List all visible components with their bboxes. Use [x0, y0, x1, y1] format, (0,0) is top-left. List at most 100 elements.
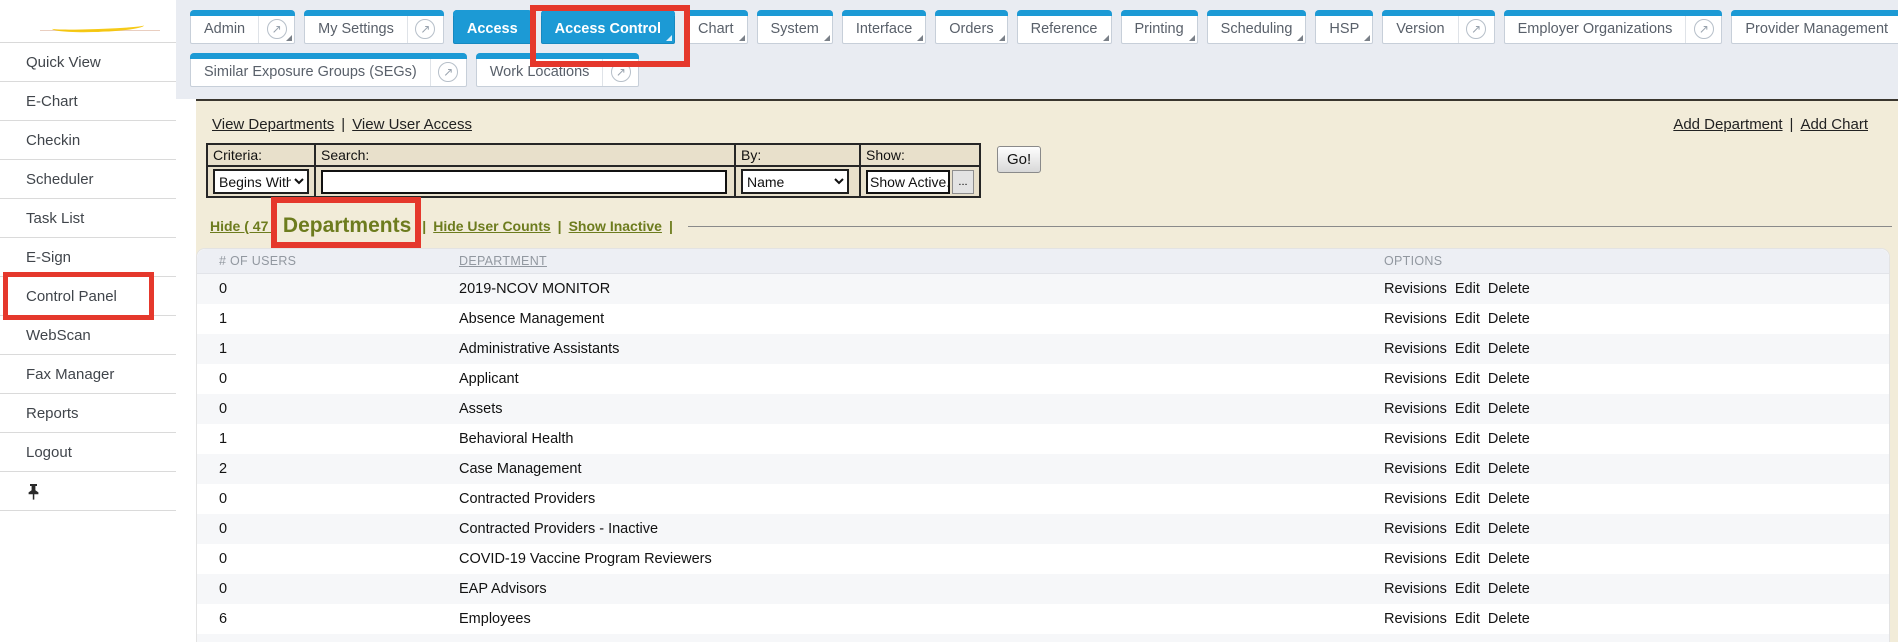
- sidebar-item[interactable]: Task List: [0, 199, 176, 238]
- delete-link[interactable]: Delete: [1488, 431, 1530, 447]
- tab[interactable]: Printing ↗: [1121, 10, 1198, 44]
- department-sort-link[interactable]: DEPARTMENT: [459, 254, 547, 268]
- tab[interactable]: Provider Management ↗: [1731, 10, 1898, 44]
- delete-link[interactable]: Delete: [1488, 311, 1530, 327]
- tab[interactable]: Version ↗: [1382, 10, 1494, 44]
- edit-link[interactable]: Edit: [1455, 341, 1480, 357]
- delete-link[interactable]: Delete: [1488, 581, 1530, 597]
- by-select[interactable]: Name: [741, 169, 849, 194]
- hide-count-link[interactable]: Hide ( 47 ): [210, 218, 277, 234]
- delete-link[interactable]: Delete: [1488, 551, 1530, 567]
- external-arrow-icon: ↗: [1466, 19, 1486, 39]
- edit-link[interactable]: Edit: [1455, 491, 1480, 507]
- delete-link[interactable]: Delete: [1488, 281, 1530, 297]
- criteria-select[interactable]: Begins With: [213, 169, 309, 194]
- sidebar-item[interactable]: E-Chart: [0, 82, 176, 121]
- sidebar-item[interactable]: E-Sign: [0, 238, 176, 277]
- sidebar-item[interactable]: Checkin: [0, 121, 176, 160]
- revisions-link[interactable]: Revisions: [1384, 551, 1447, 567]
- edit-link[interactable]: Edit: [1455, 401, 1480, 417]
- show-inactive-link[interactable]: Show Inactive: [569, 218, 662, 234]
- options-cell: Revisions Edit Delete: [1384, 311, 1889, 327]
- edit-link[interactable]: Edit: [1455, 551, 1480, 567]
- view-user-access-link[interactable]: View User Access: [352, 116, 472, 133]
- submenu-arrow-icon: [1189, 35, 1195, 41]
- sidebar-item[interactable]: Control Panel: [0, 277, 176, 316]
- sidebar-item[interactable]: Fax Manager: [0, 355, 176, 394]
- table-row: 0 2019-NCOV MONITOR Revisions Edit Delet…: [197, 274, 1889, 304]
- tab[interactable]: My Settings ↗: [304, 10, 444, 44]
- edit-link[interactable]: Edit: [1455, 581, 1480, 597]
- edit-link[interactable]: Edit: [1455, 521, 1480, 537]
- tab[interactable]: Interface ↗: [842, 10, 926, 44]
- link-separator: |: [1790, 116, 1794, 133]
- delete-link[interactable]: Delete: [1488, 521, 1530, 537]
- revisions-link[interactable]: Revisions: [1384, 311, 1447, 327]
- delete-link[interactable]: Delete: [1488, 341, 1530, 357]
- tab[interactable]: Access Control ↗: [541, 10, 675, 44]
- tab[interactable]: Scheduling ↗: [1207, 10, 1307, 44]
- sidebar-item[interactable]: Scheduler: [0, 160, 176, 199]
- revisions-link[interactable]: Revisions: [1384, 461, 1447, 477]
- delete-link[interactable]: Delete: [1488, 491, 1530, 507]
- criteria-header: Criteria:: [207, 144, 315, 166]
- edit-link[interactable]: Edit: [1455, 281, 1480, 297]
- view-departments-link[interactable]: View Departments: [212, 116, 334, 133]
- user-count-cell: 0: [197, 401, 459, 417]
- revisions-link[interactable]: Revisions: [1384, 491, 1447, 507]
- edit-link[interactable]: Edit: [1455, 371, 1480, 387]
- tab[interactable]: Employer Organizations ↗: [1504, 10, 1723, 44]
- revisions-link[interactable]: Revisions: [1384, 431, 1447, 447]
- add-department-link[interactable]: Add Department: [1673, 116, 1782, 133]
- department-cell: Employees: [459, 611, 1384, 627]
- tab[interactable]: Orders ↗: [935, 10, 1007, 44]
- popout-button[interactable]: ↗: [1685, 11, 1721, 43]
- popout-button[interactable]: ↗: [1458, 11, 1494, 43]
- revisions-link[interactable]: Revisions: [1384, 371, 1447, 387]
- submenu-arrow-icon: [1297, 35, 1303, 41]
- tab[interactable]: Chart ↗: [684, 10, 747, 44]
- legend-rule: [688, 226, 1892, 227]
- sidebar-item[interactable]: Quick View: [0, 43, 176, 82]
- delete-link[interactable]: Delete: [1488, 611, 1530, 627]
- revisions-link[interactable]: Revisions: [1384, 521, 1447, 537]
- popout-button[interactable]: ↗: [430, 54, 466, 86]
- table-row: 2 Case Management Revisions Edit Delete: [197, 454, 1889, 484]
- revisions-link[interactable]: Revisions: [1384, 341, 1447, 357]
- department-cell: Case Management: [459, 461, 1384, 477]
- edit-link[interactable]: Edit: [1455, 431, 1480, 447]
- tab[interactable]: Admin ↗: [190, 10, 295, 44]
- sidebar-item-pin[interactable]: [0, 472, 176, 511]
- tab-label: Provider Management: [1732, 11, 1898, 43]
- sidebar-item[interactable]: Reports: [0, 394, 176, 433]
- tab[interactable]: Similar Exposure Groups (SEGs) ↗: [190, 53, 467, 87]
- edit-link[interactable]: Edit: [1455, 611, 1480, 627]
- show-active-value[interactable]: Show Active...: [866, 170, 950, 194]
- tab[interactable]: Work Locations ↗: [476, 53, 640, 87]
- tab[interactable]: System ↗: [757, 10, 833, 44]
- hide-user-counts-link[interactable]: Hide User Counts: [433, 218, 550, 234]
- tab[interactable]: HSP ↗: [1315, 10, 1373, 44]
- sidebar-item[interactable]: Logout: [0, 433, 176, 472]
- revisions-link[interactable]: Revisions: [1384, 581, 1447, 597]
- tab[interactable]: Reference ↗: [1017, 10, 1112, 44]
- delete-link[interactable]: Delete: [1488, 371, 1530, 387]
- revisions-link[interactable]: Revisions: [1384, 401, 1447, 417]
- edit-link[interactable]: Edit: [1455, 461, 1480, 477]
- delete-link[interactable]: Delete: [1488, 401, 1530, 417]
- delete-link[interactable]: Delete: [1488, 461, 1530, 477]
- revisions-link[interactable]: Revisions: [1384, 281, 1447, 297]
- revisions-link[interactable]: Revisions: [1384, 611, 1447, 627]
- add-chart-link[interactable]: Add Chart: [1800, 116, 1868, 133]
- go-button[interactable]: Go!: [997, 146, 1041, 173]
- tab[interactable]: Access ↗: [453, 10, 532, 44]
- sidebar-item[interactable]: WebScan: [0, 316, 176, 355]
- edit-link[interactable]: Edit: [1455, 311, 1480, 327]
- sidebar-item-label: Reports: [26, 405, 79, 422]
- user-count-cell: 1: [197, 341, 459, 357]
- search-input[interactable]: [321, 170, 727, 194]
- table-row: 0 Employer Organizations Revisions Edit …: [197, 634, 1889, 642]
- popout-button[interactable]: ↗: [407, 11, 443, 43]
- more-options-button[interactable]: ...: [952, 170, 974, 194]
- popout-button[interactable]: ↗: [602, 54, 638, 86]
